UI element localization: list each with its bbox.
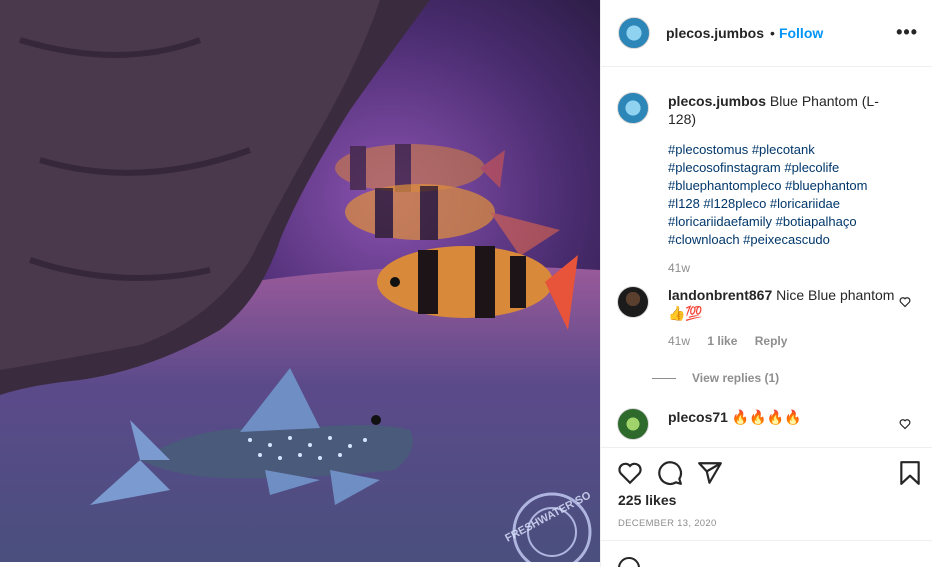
comment-text: 🔥🔥🔥🔥: [731, 409, 802, 425]
small-heart-icon[interactable]: [899, 296, 911, 308]
likes-count[interactable]: 225 likes: [618, 492, 676, 508]
view-replies-button[interactable]: View replies (1): [652, 371, 779, 385]
more-options-icon[interactable]: •••: [896, 22, 918, 43]
reply-button[interactable]: Reply: [755, 334, 788, 348]
author-avatar[interactable]: [618, 17, 650, 49]
post-photo[interactable]: FRESHWATER SO: [0, 0, 600, 562]
caption-username[interactable]: plecos.jumbos: [668, 93, 766, 109]
caption-age[interactable]: 41w: [668, 261, 690, 275]
aquarium-image: FRESHWATER SO: [0, 0, 600, 562]
view-replies-label[interactable]: View replies (1): [692, 371, 779, 385]
post-side-panel: plecos.jumbos • Follow ••• plecos.jumbos…: [600, 0, 932, 567]
comment-username[interactable]: plecos71: [668, 409, 728, 425]
bookmark-icon[interactable]: [897, 460, 923, 486]
author-avatar[interactable]: [617, 92, 649, 124]
replies-divider: [652, 377, 676, 379]
post-date[interactable]: DECEMBER 13, 2020: [618, 518, 717, 529]
comment-username[interactable]: landonbrent867: [668, 287, 772, 303]
comment-age[interactable]: 41w: [668, 334, 690, 348]
heart-icon[interactable]: [617, 460, 643, 486]
comment-icon[interactable]: [657, 460, 683, 486]
small-heart-icon[interactable]: [899, 418, 911, 430]
emoji-icon[interactable]: [618, 557, 640, 567]
post-header: plecos.jumbos • Follow •••: [601, 0, 932, 67]
caption-hashtags[interactable]: #plecostomus #plecotank #plecosofinstagr…: [668, 141, 898, 249]
follow-button[interactable]: Follow: [779, 25, 823, 41]
header-separator: •: [770, 25, 775, 41]
commenter-avatar[interactable]: [617, 408, 649, 440]
author-username[interactable]: plecos.jumbos: [666, 25, 764, 41]
commenter-avatar[interactable]: [617, 286, 649, 318]
comment-likes[interactable]: 1 like: [707, 334, 737, 348]
share-icon[interactable]: [697, 460, 723, 486]
add-comment-bar: [601, 540, 932, 567]
comments-list[interactable]: plecos.jumbos Blue Phantom (L-128) #plec…: [601, 68, 932, 446]
